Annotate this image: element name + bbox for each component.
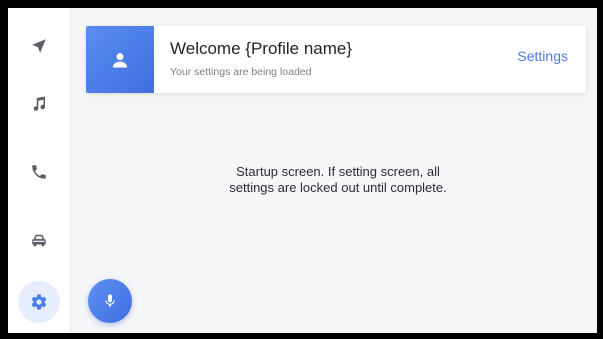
active-indicator	[18, 281, 60, 323]
navigation-arrow-icon	[32, 39, 46, 53]
startup-message: Startup screen. If setting screen, all s…	[229, 164, 447, 195]
sidebar-item-phone[interactable]	[8, 144, 70, 200]
sidebar-item-music[interactable]	[8, 76, 70, 132]
loading-status: Your settings are being loaded	[170, 66, 312, 78]
profile-loading-card: Welcome {Profile name} Your settings are…	[86, 26, 586, 93]
phone-icon	[32, 165, 46, 179]
sidebar	[8, 8, 71, 333]
app-screen: Welcome {Profile name} Your settings are…	[8, 8, 597, 333]
settings-link[interactable]: Settings	[517, 48, 568, 64]
sidebar-item-navigation[interactable]	[8, 18, 70, 74]
car-icon	[32, 234, 46, 247]
welcome-title: Welcome {Profile name}	[170, 39, 353, 58]
music-note-icon	[33, 96, 46, 111]
sidebar-item-settings[interactable]	[8, 274, 70, 330]
user-icon	[112, 52, 128, 67]
sidebar-item-vehicle[interactable]	[8, 212, 70, 268]
gear-icon	[31, 294, 47, 310]
voice-assistant-button[interactable]	[88, 279, 132, 323]
avatar	[86, 26, 154, 93]
microphone-icon	[105, 294, 115, 307]
